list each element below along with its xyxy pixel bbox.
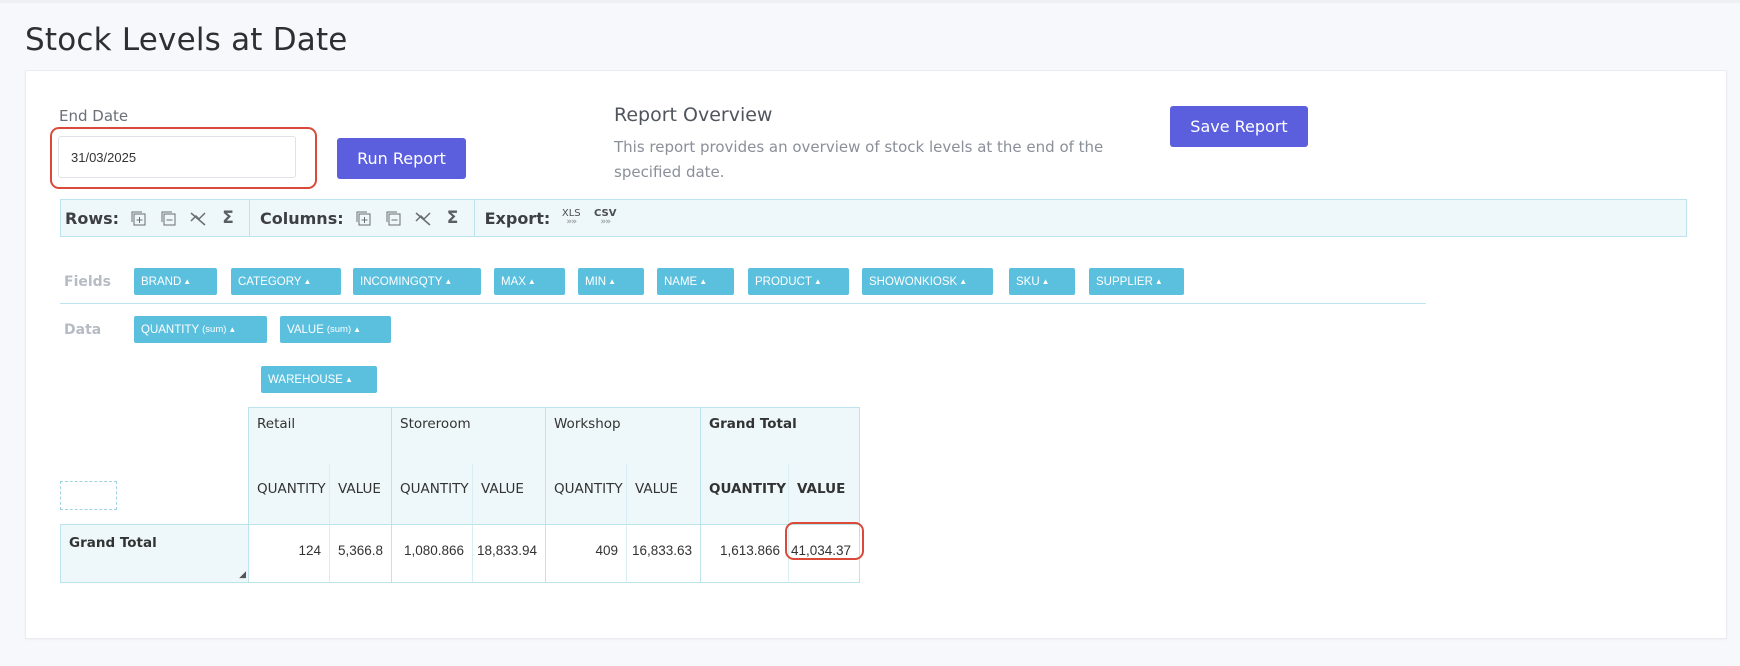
cell-storeroom-value: 18,833.94 [472,524,545,583]
export-label: Export: [484,208,551,228]
data-chip-quantity[interactable]: QUANTITY (sum) ▲ [134,316,267,343]
sort-arrow-icon: ▲ [699,277,708,286]
measure-header-quantity: QUANTITY [545,464,626,524]
cell-workshop-value: 16,833.63 [626,524,700,583]
export-csv-button[interactable]: CSV »» [592,209,618,227]
columns-label: Columns: [260,208,344,228]
column-chip-warehouse[interactable]: WAREHOUSE ▲ [261,366,377,393]
columns-subtotals-off-icon[interactable] [412,207,434,229]
fields-divider [60,303,1426,304]
measure-header-value: VALUE [329,464,391,524]
toolbar-separator [473,200,475,236]
cell-retail-quantity: 124 [248,524,329,583]
measure-header-value: VALUE [626,464,700,524]
field-chip-brand[interactable]: BRAND ▲ [134,268,217,295]
rows-label: Rows: [65,208,120,228]
resize-handle-icon[interactable]: ◢ [239,570,246,580]
date-input-highlight [50,127,317,189]
pivot-toolbar: Rows: Σ Columns: Σ Export: XLS »» CSV »» [60,199,1687,237]
columns-expand-icon[interactable] [352,207,374,229]
sort-arrow-icon: ▲ [1041,277,1050,286]
fields-label: Fields [64,274,112,290]
top-border [0,0,1740,3]
field-chip-product[interactable]: PRODUCT ▲ [748,268,849,295]
end-date-label: End Date [59,107,129,125]
total-value-highlight [785,522,864,560]
warehouse-header-workshop: Workshop [545,407,700,464]
measure-header-quantity: QUANTITY [391,464,472,524]
rows-expand-icon[interactable] [127,207,149,229]
save-report-button[interactable]: Save Report [1170,106,1308,147]
field-chip-incomingqty[interactable]: INCOMINGQTY ▲ [353,268,481,295]
warehouse-header-retail: Retail [248,407,391,464]
sort-arrow-icon: ▲ [353,325,362,334]
cell-storeroom-quantity: 1,080.866 [391,524,472,583]
toolbar-separator [249,200,251,236]
cell-total-quantity: 1,613.866 [700,524,788,583]
columns-collapse-icon[interactable] [382,207,404,229]
field-chip-max[interactable]: MAX ▲ [494,268,565,295]
page-title: Stock Levels at Date [25,22,348,58]
row-header-grand-total: Grand Total ◢ [60,524,248,583]
sort-arrow-icon: ▲ [183,277,192,286]
sort-arrow-icon: ▲ [608,277,617,286]
measure-header-quantity-total: QUANTITY [700,464,788,524]
report-overview-text: This report provides an overview of stoc… [614,138,1104,181]
sort-arrow-icon: ▲ [228,325,237,334]
field-chip-sku[interactable]: SKU ▲ [1009,268,1075,295]
sort-arrow-icon: ▲ [344,375,353,384]
sort-arrow-icon: ▲ [303,277,312,286]
field-chip-supplier[interactable]: SUPPLIER ▲ [1089,268,1184,295]
columns-grand-total-icon[interactable]: Σ [442,208,464,228]
measure-header-value: VALUE [472,464,545,524]
data-chip-value[interactable]: VALUE (sum) ▲ [280,316,391,343]
double-chevron-icon: »» [566,217,577,227]
field-chip-min[interactable]: MIN ▲ [578,268,644,295]
row-header-label: Grand Total [69,535,157,551]
export-xls-button[interactable]: XLS »» [558,209,584,227]
measure-header-quantity: QUANTITY [248,464,329,524]
sort-arrow-icon: ▲ [444,277,453,286]
rows-subtotals-off-icon[interactable] [187,207,209,229]
measure-header-value-total: VALUE [788,464,860,524]
warehouse-header-storeroom: Storeroom [391,407,545,464]
sort-arrow-icon: ▲ [813,277,822,286]
rows-collapse-icon[interactable] [157,207,179,229]
cell-workshop-quantity: 409 [545,524,626,583]
pivot-table: Retail Storeroom Workshop Grand Total QU… [60,407,860,583]
double-chevron-icon: »» [600,217,611,227]
sort-arrow-icon: ▲ [527,277,536,286]
field-chip-name[interactable]: NAME ▲ [657,268,734,295]
data-label: Data [64,322,102,338]
report-overview-title: Report Overview [614,104,773,126]
warehouse-header-grand-total: Grand Total [700,407,860,464]
run-report-button[interactable]: Run Report [337,138,466,179]
cell-retail-value: 5,366.8 [329,524,391,583]
field-chip-category[interactable]: CATEGORY ▲ [231,268,341,295]
rows-grand-total-icon[interactable]: Σ [217,208,239,228]
sort-arrow-icon: ▲ [1154,277,1163,286]
sort-arrow-icon: ▲ [959,277,968,286]
field-chip-showonkiosk[interactable]: SHOWONKIOSK ▲ [862,268,993,295]
